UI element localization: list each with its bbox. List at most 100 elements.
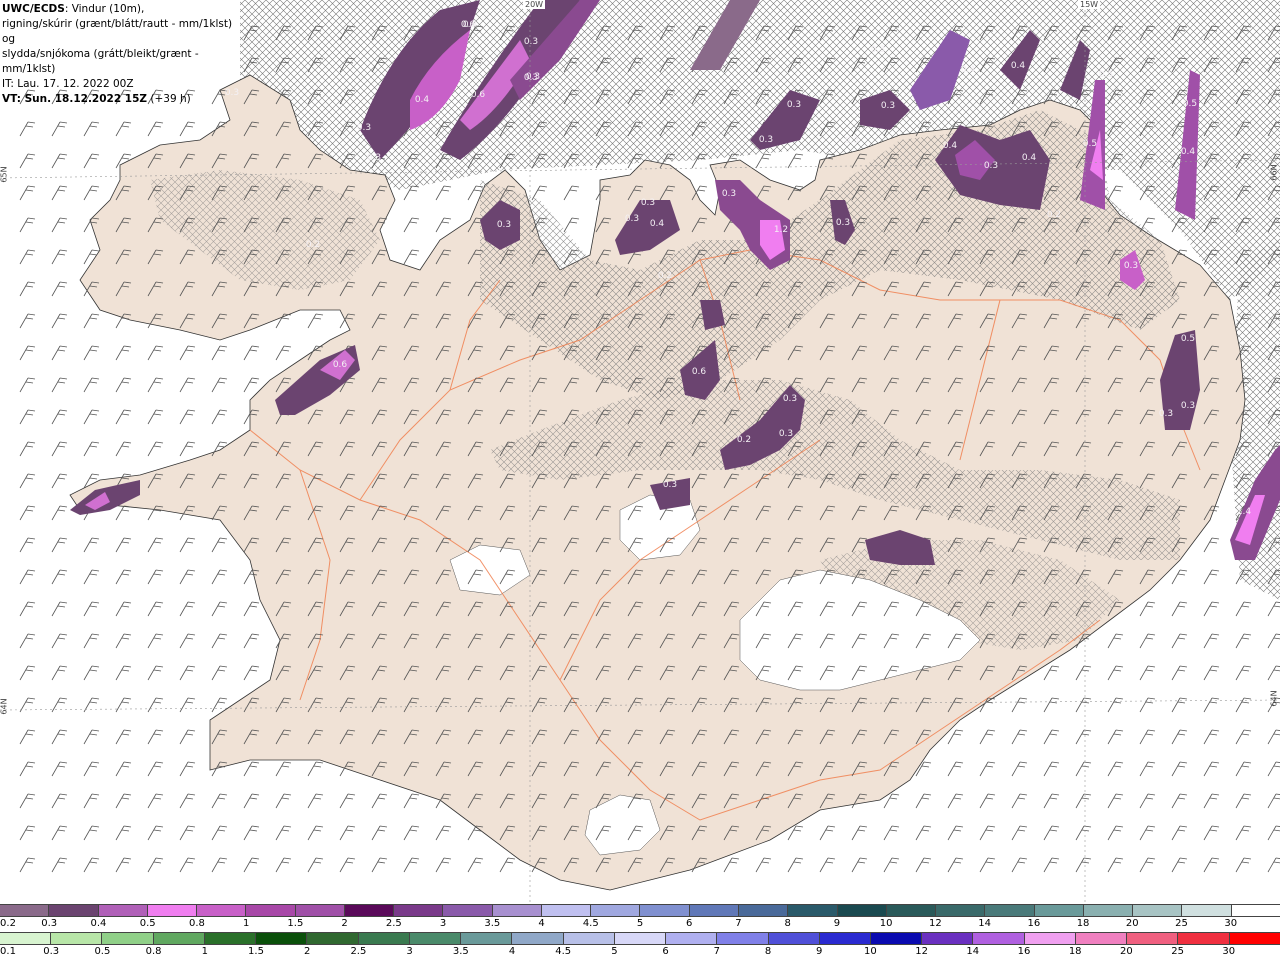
snow-scale-cell — [197, 905, 247, 916]
rain-scale-label: 0.5 — [94, 946, 111, 957]
snow-value-label: 0.3 — [367, 153, 381, 163]
lon-label-15w: 15W — [1078, 0, 1101, 9]
rain-scale-label: 4.5 — [555, 946, 572, 957]
snow-scale-label: 1 — [242, 918, 250, 929]
snow-value-label: 0.3 — [641, 198, 655, 208]
rain-scale-cell — [563, 933, 615, 944]
rain-scale-label: 30 — [1222, 946, 1236, 957]
snow-value-label: 0.4 — [1181, 147, 1196, 157]
snow-scale-labels: 0.2 0.3 0.4 0.5 0.8 1 1.5 2 2.5 3 3.5 4 4.5 5 6 7 8 9 10 12… — [0, 918, 1280, 932]
snow-color-scale — [0, 904, 1280, 917]
snow-scale-cell — [1083, 905, 1134, 916]
snow-scale-label: 3 — [439, 918, 447, 929]
snow-scale-label: 1.5 — [287, 918, 304, 929]
snow-value-label: 0.3 — [759, 135, 773, 145]
rain-scale-label: 7 — [713, 946, 720, 957]
snow-value-label: 0.3 — [1159, 409, 1173, 419]
rain-scale-label: 9 — [816, 946, 823, 957]
rain-scale-cell — [461, 933, 513, 944]
lat-label-66n-right: 66N — [1269, 164, 1279, 181]
rain-scale-cell — [358, 933, 410, 944]
snow-value-label: 0.3 — [663, 480, 677, 490]
snow-scale-cell — [394, 905, 444, 916]
model-name: UWC/ECDS — [2, 3, 65, 15]
rain-color-scale — [0, 932, 1280, 945]
snow-scale-label: 5 — [636, 918, 644, 929]
snow-scale-label: 0.5 — [139, 918, 156, 929]
lat-label-65n-left: 65N — [0, 166, 9, 183]
rain-scale-label: 25 — [1171, 946, 1184, 957]
snow-value-label: 0.3 — [524, 37, 538, 47]
snow-value-label: 0.5 — [1099, 70, 1113, 80]
snow-value-label: 0.3 — [836, 218, 850, 228]
rain-scale-cell — [1229, 933, 1280, 944]
valid-time-offset: (+39 h) — [150, 93, 191, 105]
valid-time: VT: Sun. 18.12.2022 15Z — [2, 93, 148, 105]
snow-scale-label: 0.2 — [0, 918, 16, 929]
rain-scale-cell — [1178, 933, 1230, 944]
rain-scale-label: 0.8 — [145, 946, 162, 957]
snow-value-label: 0.5 — [1083, 139, 1097, 149]
snow-scale-label: 14 — [978, 918, 991, 929]
snow-scale-label: 7 — [735, 918, 742, 929]
rain-scale-cell — [666, 933, 718, 944]
rain-scale-label: 3 — [406, 946, 413, 957]
rain-scale-label: 20 — [1120, 946, 1133, 957]
rain-scale-label: 2.5 — [350, 946, 367, 957]
rain-scale-cell — [102, 933, 154, 944]
snow-value-label: 0.3 — [357, 123, 371, 133]
init-time: IT: Lau. 17. 12. 2022 00Z — [2, 78, 134, 90]
snow-scale-cell — [98, 905, 148, 916]
lat-label-64n-right: 64N — [1269, 690, 1279, 707]
rain-scale-cell — [819, 933, 871, 944]
rain-scale-cell — [922, 933, 974, 944]
rain-scale-cell — [51, 933, 103, 944]
snow-scale-label: 0.3 — [41, 918, 58, 929]
snow-value-label: 0.4 — [1011, 61, 1026, 71]
snow-scale-label: 2 — [341, 918, 348, 929]
snow-value-label: 0.3 — [787, 100, 801, 110]
snow-scale-cell — [344, 905, 395, 916]
lon-label-20w: 20W — [523, 0, 546, 9]
snow-value-label: 0.6 — [333, 360, 348, 370]
rain-scale-cell — [870, 933, 923, 944]
rain-scale-label: 1.5 — [248, 946, 264, 957]
snow-scale-label: 6 — [686, 918, 693, 929]
rain-scale-label: 16 — [1017, 946, 1031, 957]
rain-scale-cell — [307, 933, 359, 944]
snow-value-label: 0.4 — [650, 219, 665, 229]
snow-scale-label: 10 — [879, 918, 893, 929]
rain-scale-label: 3.5 — [452, 946, 469, 957]
snow-scale-cell — [936, 905, 986, 916]
weather-map[interactable]: 0.3 0.3 0.4 0.6 0.3 0.3 0.6 0.3 0.4 0.3 0.4 0.2 0.3 0… — [0, 0, 1280, 903]
map-subtitle-rain: rigning/skúrir (grænt/blátt/rautt - mm/1… — [2, 18, 233, 45]
rain-scale-label: 0.3 — [43, 946, 60, 957]
snow-value-label: 0.3 — [497, 220, 511, 230]
rain-scale-label: 5 — [611, 946, 618, 957]
snow-value-label: 0.2 — [737, 435, 751, 445]
snow-value-label: 0.6 — [471, 90, 486, 100]
snow-value-label: 0.6 — [692, 367, 707, 377]
snow-value-label: 0.3 — [783, 394, 797, 404]
snow-scale-label: 4.5 — [582, 918, 599, 929]
snow-scale-label: 9 — [833, 918, 841, 929]
snow-scale-label: 3.5 — [484, 918, 501, 929]
rain-scale-cell — [153, 933, 205, 944]
rain-scale-label: 0.1 — [0, 946, 16, 957]
snow-value-label: 0.3 — [1181, 401, 1195, 411]
snow-scale-cell — [837, 905, 887, 916]
snow-value-label: 0.4 — [943, 141, 958, 151]
snow-scale-cell — [591, 905, 641, 916]
snow-value-label: 0.3 — [722, 189, 736, 199]
snow-scale-cell — [541, 905, 592, 916]
rain-scale-label: 14 — [966, 946, 980, 957]
snow-value-label: 0.2 — [306, 240, 320, 250]
snow-scale-label: 16 — [1027, 918, 1041, 929]
rain-scale-cell — [409, 933, 462, 944]
snow-scale-label: 20 — [1125, 918, 1139, 929]
snow-scale-cell — [147, 905, 198, 916]
snow-scale-label: 0.4 — [90, 918, 107, 929]
snow-value-label: 0.4 — [1022, 153, 1037, 163]
rain-scale-label: 8 — [764, 946, 772, 957]
rain-scale-cell — [973, 933, 1025, 944]
